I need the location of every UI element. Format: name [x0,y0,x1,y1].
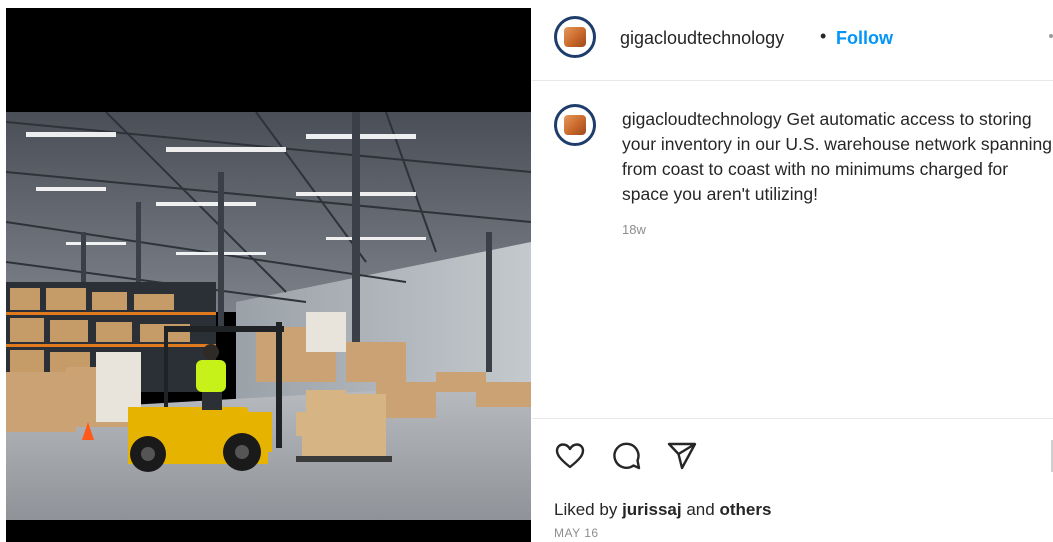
box-logo-icon [564,115,586,135]
caption-avatar[interactable] [554,104,596,146]
header-username[interactable]: gigacloudtechnology [620,28,784,49]
header-separator: • [820,26,827,46]
post-side-panel: gigacloudtechnology • Follow gigacloudte… [532,0,1053,542]
likes-and: and [686,500,715,519]
send-icon[interactable] [666,440,698,472]
post-caption: gigacloudtechnology Get automatic access… [622,107,1052,207]
liked-by-user-link[interactable]: jurissaj [622,500,682,519]
post-date[interactable]: MAY 16 [554,526,599,540]
header-divider [532,80,1053,81]
post-media[interactable] [6,8,531,542]
caption-username[interactable]: gigacloudtechnology [622,109,782,129]
likes-prefix: Liked by [554,500,618,519]
header-avatar[interactable] [554,16,596,58]
actions-divider [532,418,1053,419]
heart-icon[interactable] [554,440,586,472]
caption-timestamp[interactable]: 18w [622,222,646,237]
likes-summary: Liked by jurissaj and others [554,500,771,520]
box-logo-icon [564,27,586,47]
comment-icon[interactable] [610,440,642,472]
more-options-icon[interactable] [1049,34,1053,38]
follow-button[interactable]: Follow [836,28,893,49]
warehouse-photo [6,112,531,520]
liked-by-others-link[interactable]: others [719,500,771,519]
